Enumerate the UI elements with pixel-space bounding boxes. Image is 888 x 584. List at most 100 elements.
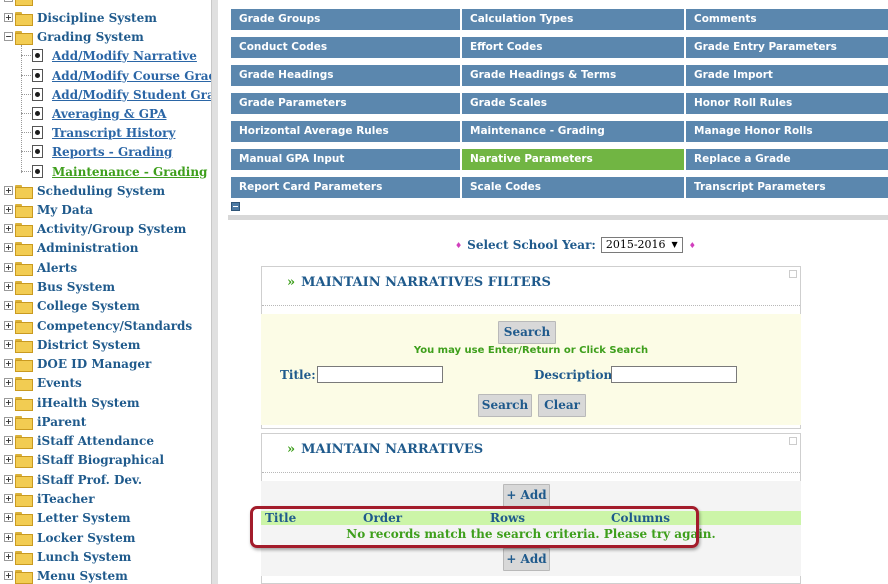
collapse-icon[interactable]: − <box>4 32 13 41</box>
expand-icon[interactable]: + <box>4 494 13 503</box>
menu-effort-codes[interactable]: Effort Codes <box>462 37 684 58</box>
tree-item[interactable]: + My Data <box>4 200 93 219</box>
tree-item[interactable]: + iStaff Attendance <box>4 431 154 450</box>
tree-child-transcript-history[interactable]: Transcript History <box>21 123 175 142</box>
tree-item[interactable]: + iStaff Prof. Dev. <box>4 470 142 489</box>
tree-item[interactable]: + Bus System <box>4 277 115 296</box>
expand-icon[interactable]: + <box>4 378 13 387</box>
tree-item[interactable]: + Scheduling System <box>4 181 165 200</box>
tree-item[interactable]: + Administration <box>4 238 138 257</box>
expand-icon[interactable]: + <box>4 475 13 484</box>
divider <box>262 472 800 473</box>
folder-icon <box>15 338 33 353</box>
search-button[interactable]: Search <box>478 394 532 417</box>
tree-child-reports-grading[interactable]: Reports - Grading <box>21 142 172 161</box>
tree-item[interactable]: + Lunch System <box>4 547 131 566</box>
expand-icon[interactable]: + <box>4 13 13 22</box>
tree-item[interactable]: + College System <box>4 296 140 315</box>
tree-item[interactable]: + iParent <box>4 412 86 431</box>
tree-item-label: iStaff Prof. Dev. <box>37 472 142 487</box>
menu-manage-honor-rolls[interactable]: Manage Honor Rolls <box>686 121 888 142</box>
expand-icon[interactable]: + <box>4 224 13 233</box>
tree-item[interactable]: + iHealth System <box>4 393 140 412</box>
tree-child-maintenance-grading[interactable]: Maintenance - Grading <box>21 162 207 181</box>
expand-icon[interactable]: + <box>4 398 13 407</box>
tree-child-add-modify-course-grades[interactable]: Add/Modify Course Grades <box>21 66 211 85</box>
tree-item[interactable]: + Locker System <box>4 528 135 547</box>
tree-item[interactable]: + iStaff Biographical <box>4 450 164 469</box>
expand-icon[interactable]: + <box>4 263 13 272</box>
expand-icon[interactable]: + <box>4 243 13 252</box>
menu-grade-groups[interactable]: Grade Groups <box>231 9 460 30</box>
sidebar-splitter[interactable] <box>211 0 218 584</box>
tree-child-label[interactable]: Add/Modify Course Grades <box>52 69 211 83</box>
tree-item-grading[interactable]: − Grading System <box>4 27 144 46</box>
collapse-menu-icon[interactable] <box>231 202 240 211</box>
tree-child-label[interactable]: Add/Modify Narrative <box>52 49 197 63</box>
tree-child-label[interactable]: Transcript History <box>52 126 175 140</box>
menu-manual-gpa-input[interactable]: Manual GPA Input <box>231 149 460 170</box>
tree-child-add-modify-student-grades[interactable]: Add/Modify Student Grades <box>21 85 211 104</box>
add-button-bottom[interactable]: + Add <box>503 548 550 571</box>
tree-item[interactable]: + Letter System <box>4 508 131 527</box>
clear-button[interactable]: Clear <box>538 394 586 417</box>
expand-icon[interactable]: + <box>4 186 13 195</box>
folder-icon <box>15 184 33 199</box>
menu-scale-codes[interactable]: Scale Codes <box>462 177 684 198</box>
expand-icon[interactable]: + <box>4 321 13 330</box>
folder-icon <box>15 434 33 449</box>
expand-icon[interactable]: + <box>4 205 13 214</box>
menu-transcript-parameters[interactable]: Transcript Parameters <box>686 177 888 198</box>
panel-resize-icon[interactable] <box>789 437 797 445</box>
tree-item[interactable]: + Competency/Standards <box>4 316 192 335</box>
expand-icon[interactable]: + <box>4 417 13 426</box>
menu-maintenance-grading[interactable]: Maintenance - Grading <box>462 121 684 142</box>
expand-icon[interactable]: + <box>4 552 13 561</box>
menu-grade-headings-terms[interactable]: Grade Headings & Terms <box>462 65 684 86</box>
menu-grade-parameters[interactable]: Grade Parameters <box>231 93 460 114</box>
tree-child-add-modify-narrative[interactable]: Add/Modify Narrative <box>21 46 197 65</box>
menu-replace-a-grade[interactable]: Replace a Grade <box>686 149 888 170</box>
title-input[interactable] <box>317 366 443 383</box>
menu-honor-roll-rules[interactable]: Honor Roll Rules <box>686 93 888 114</box>
menu-report-card-parameters[interactable]: Report Card Parameters <box>231 177 460 198</box>
search-button-top[interactable]: Search <box>498 321 556 344</box>
tree-item-discipline[interactable]: + Discipline System <box>4 8 157 27</box>
school-year-select[interactable]: 2015-2016 ▼ <box>600 237 683 253</box>
tree-item[interactable]: + Menu System <box>4 566 128 584</box>
tree-item-label: Letter System <box>37 510 131 525</box>
menu-calculation-types[interactable]: Calculation Types <box>462 9 684 30</box>
tree-item[interactable]: + DOE ID Manager <box>4 354 151 373</box>
expand-icon[interactable]: + <box>4 282 13 291</box>
tree-item[interactable]: + Activity/Group System <box>4 219 186 238</box>
add-button-top[interactable]: + Add <box>503 484 550 507</box>
menu-grade-headings[interactable]: Grade Headings <box>231 65 460 86</box>
expand-icon[interactable]: + <box>4 436 13 445</box>
menu-grade-scales[interactable]: Grade Scales <box>462 93 684 114</box>
description-input[interactable] <box>611 366 737 383</box>
tree-child-averaging-gpa[interactable]: Averaging & GPA <box>21 104 167 123</box>
expand-icon[interactable]: + <box>4 513 13 522</box>
tree-item[interactable]: + Alerts <box>4 258 77 277</box>
tree-item[interactable]: + District System <box>4 335 140 354</box>
tree-child-label[interactable]: Add/Modify Student Grades <box>52 88 211 102</box>
menu-horizontal-average-rules[interactable]: Horizontal Average Rules <box>231 121 460 142</box>
menu-conduct-codes[interactable]: Conduct Codes <box>231 37 460 58</box>
panel-resize-icon[interactable] <box>789 270 797 278</box>
menu-comments[interactable]: Comments <box>686 9 888 30</box>
menu-grade-entry-parameters[interactable]: Grade Entry Parameters <box>686 37 888 58</box>
divider <box>262 305 800 306</box>
expand-icon[interactable]: + <box>4 359 13 368</box>
tree-child-label[interactable]: Reports - Grading <box>52 145 172 159</box>
expand-icon[interactable]: + <box>4 533 13 542</box>
tree-child-label[interactable]: Averaging & GPA <box>52 107 167 121</box>
tree-item[interactable]: + iTeacher <box>4 489 95 508</box>
expand-icon[interactable]: + <box>4 455 13 464</box>
tree-item[interactable]: + Events <box>4 373 82 392</box>
menu-grade-import[interactable]: Grade Import <box>686 65 888 86</box>
expand-icon[interactable]: + <box>4 301 13 310</box>
expand-icon[interactable]: + <box>4 571 13 580</box>
expand-icon[interactable]: + <box>4 340 13 349</box>
tree-child-label[interactable]: Maintenance - Grading <box>52 165 207 179</box>
menu-narative-parameters[interactable]: Narative Parameters <box>462 149 684 170</box>
